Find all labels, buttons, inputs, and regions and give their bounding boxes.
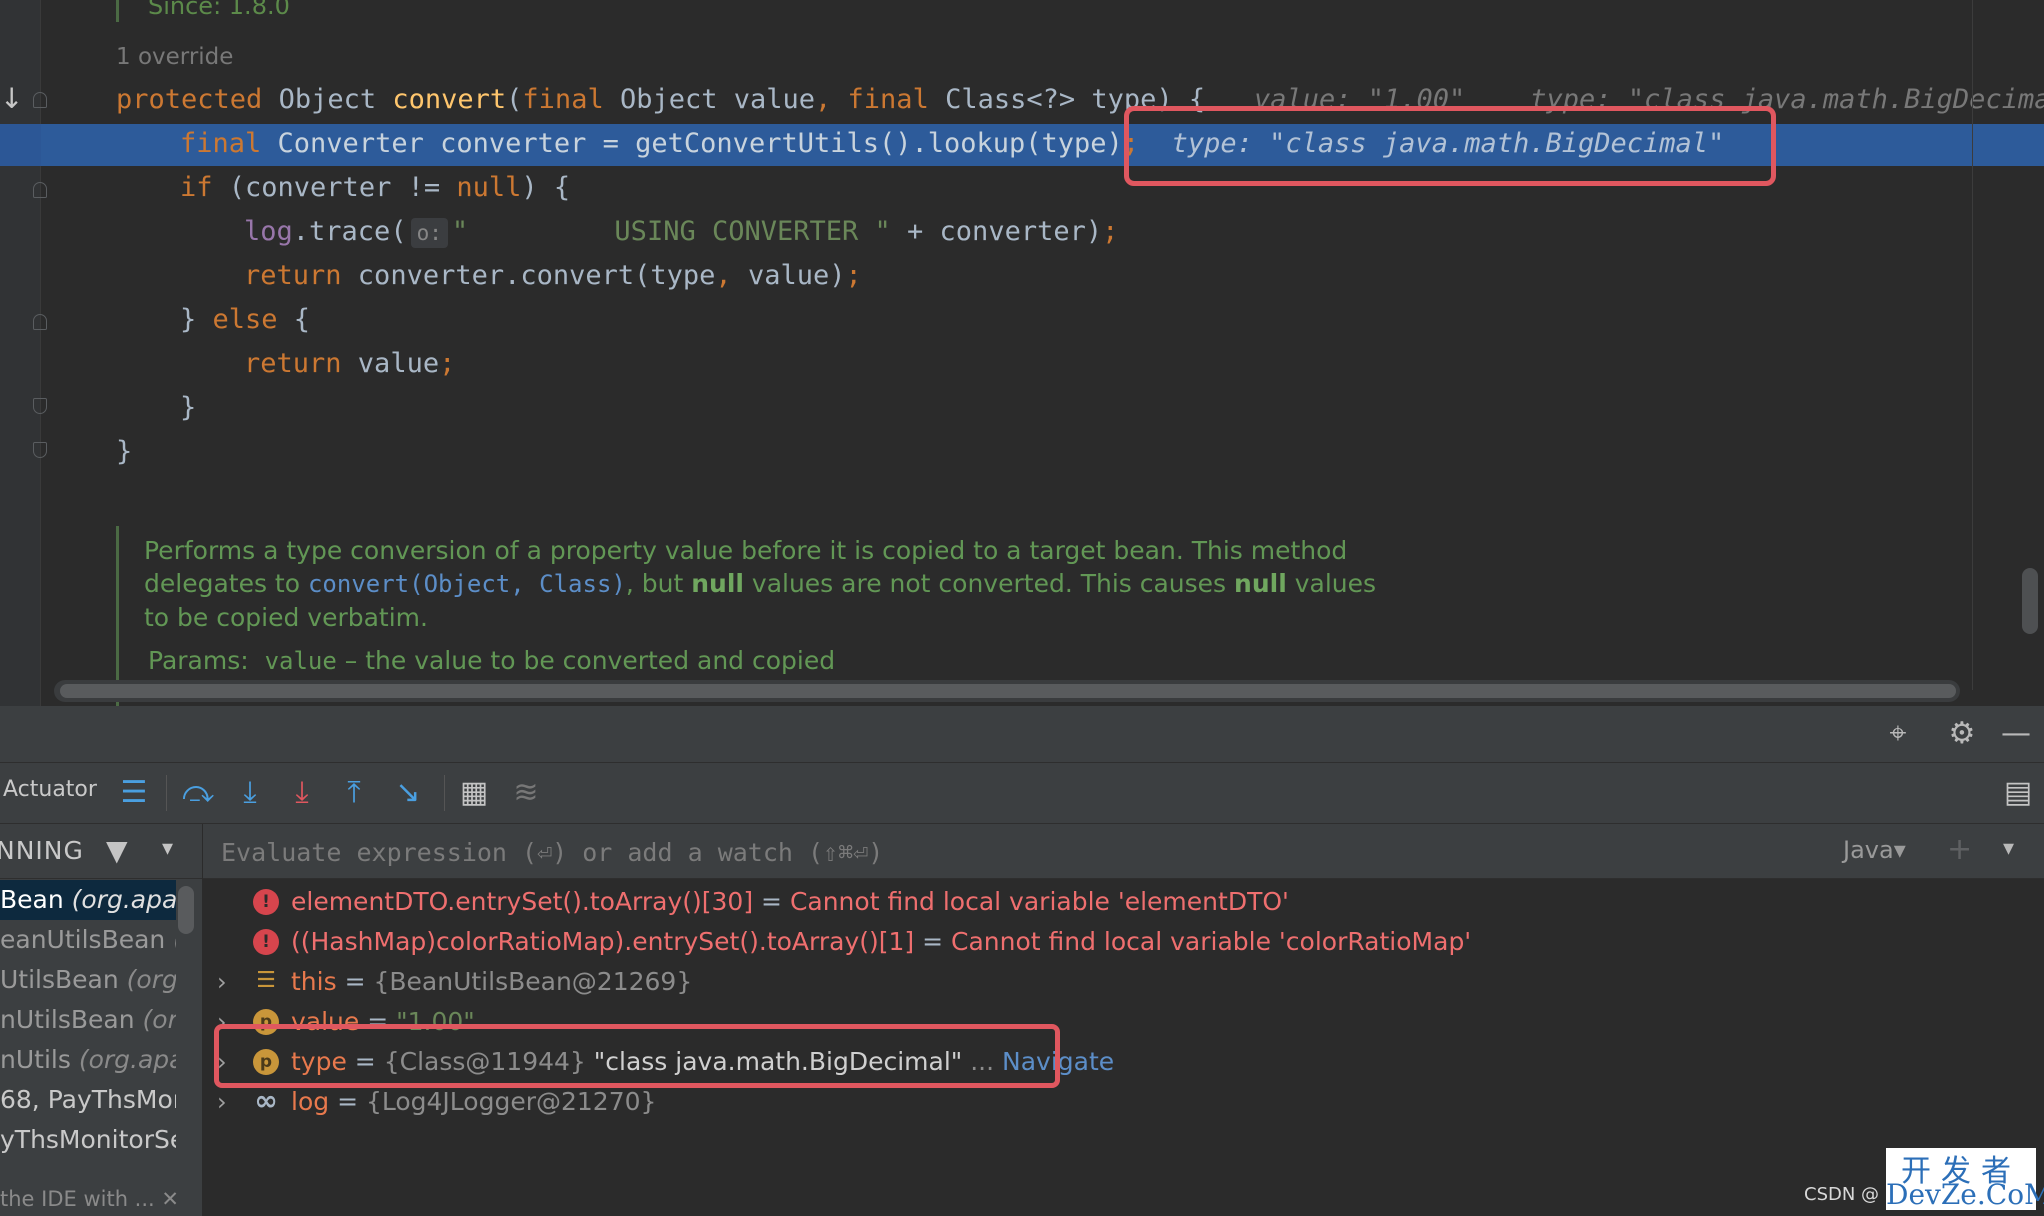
- callout-box-type-variable: [214, 1024, 1060, 1088]
- error-icon: !: [253, 929, 279, 955]
- chevron-right-icon[interactable]: ›: [217, 1082, 227, 1122]
- infinity-icon: ∞: [254, 1084, 278, 1117]
- frame-item[interactable]: nUtilsBean (or: [0, 1000, 176, 1040]
- code-line-3[interactable]: if (converter != null) {: [180, 168, 570, 208]
- code-line-8[interactable]: }: [180, 388, 196, 428]
- language-select[interactable]: Java▾: [1843, 836, 1906, 864]
- code-line-5[interactable]: return converter.convert(type, value);: [244, 256, 862, 296]
- crosshair-icon[interactable]: ⌖: [1878, 716, 1918, 752]
- debug-toolbar: Actuator ☰ ⤼ ⤓ ⤓ ⤒ ↘ ▦ ≋ ▤: [0, 763, 2044, 824]
- step-into-icon[interactable]: ⤓: [230, 773, 270, 813]
- variable-row[interactable]: ! elementDTO.entrySet().toArray()[30] = …: [203, 882, 2044, 922]
- variable-row[interactable]: › ∞ log = {Log4JLogger@21270}: [203, 1082, 2044, 1122]
- step-out-icon[interactable]: ⤒: [334, 773, 374, 813]
- fold-marker-icon[interactable]: [33, 398, 47, 414]
- parameter-name-hint: o:: [410, 218, 448, 248]
- fold-marker-icon[interactable]: [33, 182, 47, 198]
- frame-item[interactable]: UtilsBean (org.: [0, 960, 176, 1000]
- frames-panel: NNING ▼ ▾ Bean (org.apac eanUtilsBean ( …: [0, 824, 203, 1216]
- add-watch-icon[interactable]: +: [1947, 832, 1972, 867]
- variable-row[interactable]: ! ((HashMap)colorRatioMap).entrySet().to…: [203, 922, 2044, 962]
- vertical-scrollbar[interactable]: [2022, 568, 2038, 634]
- evaluate-expression-icon[interactable]: ▦: [454, 773, 494, 813]
- show-execution-point-icon[interactable]: ☰: [114, 773, 154, 813]
- doc-since-line: Since: 1.8.0: [148, 0, 290, 20]
- code-line-9[interactable]: }: [116, 432, 132, 472]
- frame-item[interactable]: Bean (org.apac: [0, 880, 176, 920]
- frame-item[interactable]: yThsMonitorSe: [0, 1120, 176, 1160]
- chevron-down-icon: ▾: [1893, 836, 1906, 864]
- frame-item[interactable]: eanUtilsBean (: [0, 920, 176, 960]
- error-icon: !: [253, 889, 279, 915]
- callout-box-inline-hint: [1124, 106, 1776, 186]
- frames-header: NNING ▼ ▾: [0, 824, 202, 879]
- object-fields-icon: ☰: [256, 968, 276, 993]
- site-watermark: 开发者 DevZe.CoM: [1886, 1148, 2044, 1211]
- minimize-icon[interactable]: —: [1996, 716, 2036, 752]
- thread-status-label[interactable]: NNING: [0, 836, 84, 865]
- fold-marker-icon[interactable]: [33, 92, 47, 108]
- debug-tool-window: ⌖ ⚙ — Actuator ☰ ⤼ ⤓ ⤓ ⤒ ↘ ▦ ≋ ▤ NNING ▼…: [0, 706, 2044, 1216]
- chevron-right-icon[interactable]: ›: [217, 962, 227, 1002]
- gear-icon[interactable]: ⚙: [1942, 716, 1982, 752]
- run-to-cursor-icon[interactable]: ↘: [388, 773, 428, 813]
- variable-row[interactable]: › ☰ this = {BeanUtilsBean@21269}: [203, 962, 2044, 1002]
- rendered-javadoc: Performs a type conversion of a property…: [144, 536, 1377, 632]
- right-margin-guide: [1972, 0, 1973, 690]
- override-arrow-icon[interactable]: ↓: [0, 82, 23, 115]
- javadoc-params: Params: value – the value to be converte…: [148, 646, 836, 675]
- chevron-down-icon[interactable]: ▾: [162, 836, 173, 861]
- doc-comment-bar: [116, 0, 119, 22]
- horizontal-scrollbar-thumb[interactable]: [60, 684, 1956, 698]
- evaluate-bar: Java▾ + ▾: [203, 824, 2044, 879]
- csdn-credit: CSDN @: [1804, 1184, 1880, 1205]
- code-line-7[interactable]: return value;: [244, 344, 455, 384]
- toolbar-separator: [444, 775, 445, 811]
- trace-stream-icon[interactable]: ≋: [506, 773, 546, 813]
- layout-settings-icon[interactable]: ▤: [1998, 773, 2038, 813]
- override-count-hint[interactable]: 1 override: [116, 44, 233, 70]
- step-over-icon[interactable]: ⤼: [178, 773, 218, 813]
- code-editor[interactable]: ↓ Since: 1.8.0 1 override protected Obje…: [0, 0, 2044, 706]
- frame-item[interactable]: 68, PayThsMor: [0, 1080, 176, 1120]
- execution-point-gutter: [0, 124, 41, 166]
- toolbar-separator: [166, 775, 167, 811]
- javadoc-link[interactable]: convert(Object, Class): [308, 570, 626, 598]
- filter-icon[interactable]: ▼: [106, 834, 128, 867]
- chevron-down-icon[interactable]: ▾: [2003, 836, 2014, 861]
- variables-panel: Java▾ + ▾ ! elementDTO.entrySet().toArra…: [203, 824, 2044, 1216]
- evaluate-expression-input[interactable]: [219, 832, 1423, 872]
- doc-comment-bar: [116, 526, 119, 706]
- force-step-into-icon[interactable]: ⤓: [282, 773, 322, 813]
- frames-scrollbar[interactable]: [178, 886, 194, 934]
- debug-session-tab[interactable]: Actuator: [3, 777, 97, 802]
- ide-notification-bar[interactable]: the IDE with ... ✕: [0, 1182, 202, 1216]
- fold-marker-icon[interactable]: [33, 442, 47, 458]
- frame-item[interactable]: nUtils (org.apa: [0, 1040, 176, 1080]
- debug-header-bar: ⌖ ⚙ —: [0, 706, 2044, 763]
- fold-marker-icon[interactable]: [33, 314, 47, 330]
- code-line-6[interactable]: } else {: [180, 300, 310, 340]
- code-line-4[interactable]: log.trace(o: " USING CONVERTER " + conver…: [244, 212, 1118, 252]
